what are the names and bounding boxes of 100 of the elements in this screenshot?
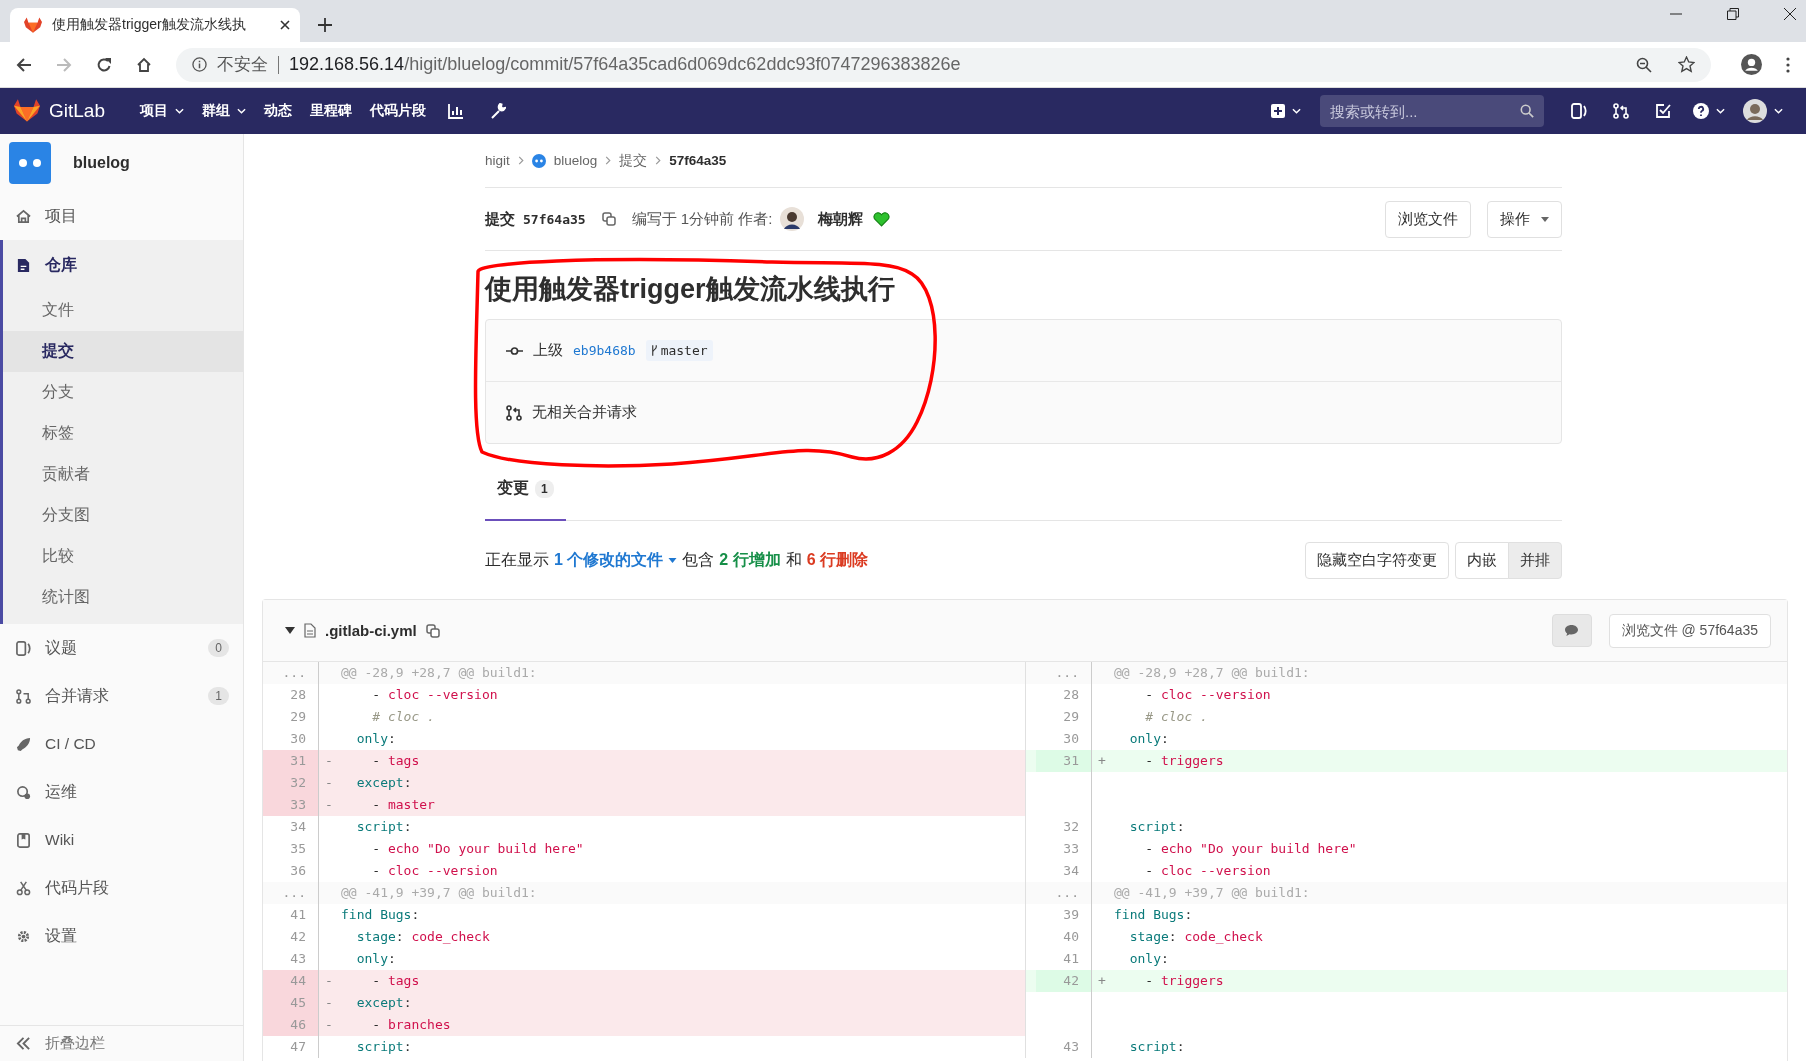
line-number: 41 bbox=[263, 904, 319, 926]
url-host: 192.168.56.14 bbox=[289, 54, 405, 74]
sidebar-item[interactable]: 合并请求 1 bbox=[3, 672, 243, 720]
commit-label: 提交 bbox=[485, 209, 515, 229]
line-number: 39 bbox=[1036, 904, 1092, 926]
branch-icon bbox=[650, 345, 658, 356]
chart-icon[interactable] bbox=[448, 103, 464, 119]
sidebar-item[interactable]: Wiki bbox=[3, 816, 243, 864]
sidebar-subitem[interactable]: 贡献者 bbox=[3, 454, 243, 495]
header-button[interactable]: 浏览文件 bbox=[1385, 200, 1471, 238]
plus-icon[interactable] bbox=[318, 18, 332, 32]
wrench-icon[interactable] bbox=[490, 103, 506, 119]
caret-icon bbox=[1716, 108, 1725, 114]
search-field[interactable]: 搜索或转到... bbox=[1320, 95, 1544, 127]
nav-menu-item[interactable]: 里程碑 bbox=[301, 96, 361, 126]
caret-icon[interactable] bbox=[285, 626, 295, 635]
summary-text: 正在显示 bbox=[485, 549, 549, 570]
breadcrumb-link[interactable]: bluelog bbox=[553, 153, 598, 168]
code-line: # cloc . bbox=[371, 709, 435, 724]
line-number: 46 bbox=[263, 1014, 319, 1036]
hunk-header: @@ -28,9 +28,7 @@ build1: bbox=[341, 665, 537, 680]
sidebar-item[interactable]: 运维 bbox=[3, 768, 243, 816]
merge-request-icon[interactable] bbox=[1613, 103, 1629, 119]
zoom-icon[interactable] bbox=[1636, 56, 1652, 73]
code-line: script: bbox=[355, 819, 412, 834]
back-icon[interactable] bbox=[16, 56, 32, 73]
diff-sign: + bbox=[1098, 753, 1106, 768]
home-icon[interactable] bbox=[136, 56, 152, 73]
branch-tag[interactable]: master bbox=[645, 340, 713, 361]
line-number: 40 bbox=[1036, 926, 1092, 948]
line-number: 31 bbox=[263, 750, 319, 772]
diff-sign: - bbox=[325, 1017, 333, 1032]
breadcrumb-link[interactable]: higit bbox=[485, 153, 510, 168]
comment-button[interactable] bbox=[1551, 614, 1592, 647]
address-bar[interactable]: 不安全 192.168.56.14/higit/bluelog/commit/57f64a35cad6d069dc62ddc93f0747296383826e bbox=[176, 47, 1711, 82]
copy-icon[interactable] bbox=[425, 623, 440, 638]
issues-icon[interactable] bbox=[1571, 103, 1587, 119]
sidebar-subitem[interactable]: 比较 bbox=[3, 536, 243, 577]
line-number: 45 bbox=[263, 992, 319, 1014]
merge-request-icon bbox=[16, 688, 31, 704]
parent-sha-link[interactable]: eb9b468b bbox=[573, 343, 636, 358]
view-option-button[interactable]: 内嵌 bbox=[1455, 541, 1509, 579]
browser-tab[interactable]: 使用触发器trigger触发流水线执 bbox=[10, 8, 300, 42]
sidebar-item[interactable]: 代码片段 bbox=[3, 864, 243, 912]
breadcrumb-link[interactable]: 提交 bbox=[619, 151, 648, 170]
code-line: stage: code_check bbox=[355, 929, 490, 944]
project-avatar-icon bbox=[9, 142, 51, 184]
heart-icon bbox=[873, 211, 891, 227]
nav-menu-item[interactable]: 动态 bbox=[255, 96, 301, 126]
sidebar-item[interactable]: 设置 bbox=[3, 912, 243, 960]
sidebar-subitem[interactable]: 提交 bbox=[3, 331, 243, 372]
line-number: 28 bbox=[263, 684, 319, 706]
view-option-button[interactable]: 隐藏空白字符变更 bbox=[1305, 541, 1449, 579]
close-icon[interactable] bbox=[1784, 8, 1796, 20]
security-label: 不安全 bbox=[217, 54, 268, 76]
more-icon[interactable] bbox=[1786, 56, 1790, 73]
additions-count: 2 行增加 bbox=[719, 549, 781, 570]
author-name[interactable]: 梅朝辉 bbox=[818, 209, 864, 229]
copy-icon[interactable] bbox=[601, 212, 616, 226]
nav-menu-item[interactable]: 项目 bbox=[131, 96, 193, 126]
nav-menu-item[interactable]: 代码片段 bbox=[361, 96, 435, 126]
merge-request-text: 无相关合并请求 bbox=[532, 403, 637, 422]
nav-menu-item[interactable]: 群组 bbox=[193, 96, 255, 126]
profile-icon[interactable] bbox=[1741, 54, 1762, 75]
code-line: - branches bbox=[371, 1017, 451, 1032]
view-file-button[interactable]: 浏览文件 @ 57f64a35 bbox=[1608, 613, 1771, 648]
settings-icon bbox=[16, 928, 31, 944]
code-line: script: bbox=[1128, 819, 1185, 834]
sidebar-subitem[interactable]: 分支 bbox=[3, 372, 243, 413]
collapse-sidebar-button[interactable]: 折叠边栏 bbox=[0, 1025, 243, 1061]
code-line: script: bbox=[355, 1039, 412, 1054]
view-option-button[interactable]: 并排 bbox=[1508, 541, 1562, 579]
changed-files-link[interactable]: 1 个修改的文件 bbox=[554, 549, 664, 571]
sidebar-item[interactable]: 仓库 bbox=[3, 240, 243, 290]
project-name[interactable]: bluelog bbox=[73, 154, 130, 172]
caret-icon bbox=[1541, 216, 1549, 222]
header-button[interactable]: 操作 bbox=[1487, 200, 1562, 238]
code-line: - cloc --version bbox=[371, 863, 498, 878]
todo-icon[interactable] bbox=[1655, 103, 1671, 119]
sidebar-item[interactable]: CI / CD bbox=[3, 720, 243, 768]
project-avatar-icon bbox=[531, 153, 546, 168]
summary-text: 包含 bbox=[682, 549, 715, 570]
star-icon[interactable] bbox=[1678, 56, 1695, 73]
fox-icon[interactable] bbox=[14, 99, 40, 123]
sidebar-subitem[interactable]: 统计图 bbox=[3, 577, 243, 618]
url-path: /higit/bluelog/commit/57f64a35cad6d069dc62ddc93f0747296383826e bbox=[404, 54, 961, 74]
tab-title: 使用触发器trigger触发流水线执 bbox=[52, 16, 247, 34]
reload-icon[interactable] bbox=[96, 56, 112, 73]
code-line: - cloc --version bbox=[1144, 687, 1271, 702]
breadcrumb-link[interactable]: 57f64a35 bbox=[669, 153, 727, 168]
restore-icon[interactable] bbox=[1727, 8, 1739, 20]
close-icon[interactable] bbox=[280, 20, 290, 30]
sidebar-item[interactable]: 项目 bbox=[3, 192, 243, 240]
brand-name[interactable]: GitLab bbox=[49, 100, 105, 122]
hunk-header: @@ -41,9 +39,7 @@ build1: bbox=[1114, 885, 1310, 900]
sidebar-subitem[interactable]: 文件 bbox=[3, 290, 243, 331]
sidebar-subitem[interactable]: 分支图 bbox=[3, 495, 243, 536]
sidebar-item[interactable]: 议题 0 bbox=[3, 624, 243, 672]
sidebar-subitem[interactable]: 标签 bbox=[3, 413, 243, 454]
changes-tab[interactable]: 变更 1 bbox=[485, 458, 566, 521]
